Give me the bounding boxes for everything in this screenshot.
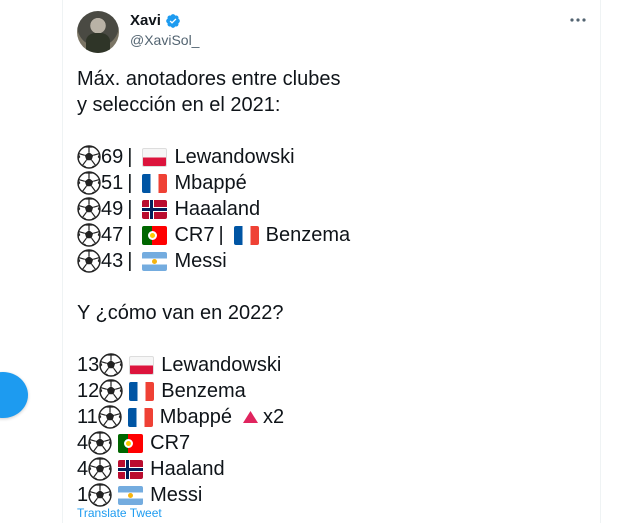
soccer-ball-icon xyxy=(77,249,101,273)
flag-norway-icon xyxy=(142,199,168,219)
flag-norway-icon xyxy=(118,459,144,479)
goal-count: 13 xyxy=(77,354,100,376)
timeline-border-right xyxy=(600,0,601,523)
soccer-ball-icon xyxy=(99,353,123,377)
soccer-ball-icon xyxy=(88,431,112,455)
player-name: Messi xyxy=(150,484,203,506)
player-name: Lewandowski xyxy=(161,354,282,376)
player-name: Mbappé xyxy=(159,406,233,428)
soccer-ball-icon xyxy=(77,223,101,247)
ranking-row: 4 CR7 xyxy=(77,430,587,456)
soccer-ball-icon xyxy=(99,379,123,403)
ranking-row: 51 | Mbappé xyxy=(77,170,587,196)
ranking-row: 49 | Haaaland xyxy=(77,196,587,222)
goal-count: 4 xyxy=(77,432,89,454)
goal-count: 69 xyxy=(101,146,124,168)
flag-france-icon xyxy=(129,381,155,401)
multiplier: x2 xyxy=(263,406,285,428)
goal-count: 51 xyxy=(101,172,124,194)
separator: | xyxy=(218,224,224,246)
player-name: Haaaland xyxy=(174,198,261,220)
flag-france-icon xyxy=(142,173,168,193)
player-name: Messi xyxy=(174,250,227,272)
player-name: Mbappé xyxy=(174,172,247,194)
ranking-2021: 69 | Lewandowski 51 | Mbappé 49 | Haaaland 47 | CR7… xyxy=(77,144,587,274)
intro-line: y selección en el 2021: xyxy=(77,94,281,116)
player-name: Benzema xyxy=(265,224,351,246)
goal-count: 12 xyxy=(77,380,100,402)
verified-badge-icon xyxy=(166,13,180,28)
ranking-row: 4 Haaland xyxy=(77,456,587,482)
separator: | xyxy=(127,250,133,272)
ranking-row: 1 Messi xyxy=(77,482,587,508)
compose-button[interactable] xyxy=(0,372,28,418)
ranking-row: 13 Lewandowski xyxy=(77,352,587,378)
flag-poland-icon xyxy=(129,355,155,375)
flag-france-icon xyxy=(127,407,153,427)
goal-count: 11 xyxy=(77,406,98,428)
ranking-2022: 13 Lewandowski 12 Benzema 11 Mbappé x2 4 CR7 4 Haa… xyxy=(77,352,587,508)
ranking-row: 12 Benzema xyxy=(77,378,587,404)
ranking-row: 11 Mbappé x2 xyxy=(77,404,587,430)
separator: | xyxy=(127,146,133,168)
goal-count: 49 xyxy=(101,198,124,220)
separator: | xyxy=(127,172,133,194)
ranking-row: 69 | Lewandowski xyxy=(77,144,587,170)
avatar[interactable] xyxy=(77,11,119,53)
ranking-row: 47 | CR7 | Benzema xyxy=(77,222,587,248)
player-name: Benzema xyxy=(161,380,246,402)
goal-count: 1 xyxy=(77,484,89,506)
more-options-icon[interactable] xyxy=(568,12,588,28)
flag-argentina-icon xyxy=(118,485,144,505)
tweet-author: Xavi @XaviSol_ xyxy=(130,12,199,48)
user-handle[interactable]: @XaviSol_ xyxy=(130,32,199,48)
soccer-ball-icon xyxy=(77,145,101,169)
flag-portugal-icon xyxy=(118,433,144,453)
intro-line: Máx. anotadores entre clubes xyxy=(77,68,341,90)
player-name: Haaland xyxy=(150,458,225,480)
ranking-row: 43 | Messi xyxy=(77,248,587,274)
goal-count: 47 xyxy=(101,224,124,246)
soccer-ball-icon xyxy=(77,197,101,221)
player-name: CR7 xyxy=(174,224,215,246)
flag-poland-icon xyxy=(142,147,168,167)
goal-count: 43 xyxy=(101,250,124,272)
flag-argentina-icon xyxy=(142,251,168,271)
display-name[interactable]: Xavi xyxy=(130,12,161,29)
soccer-ball-icon xyxy=(88,457,112,481)
up-triangle-icon xyxy=(243,411,259,423)
flag-france-icon xyxy=(233,225,259,245)
left-rail xyxy=(0,0,62,523)
tweet-text: Máx. anotadores entre clubes y selección… xyxy=(77,66,587,508)
player-name: CR7 xyxy=(150,432,191,454)
soccer-ball-icon xyxy=(77,171,101,195)
translate-tweet-link[interactable]: Translate Tweet xyxy=(77,506,162,520)
question-line: Y ¿cómo van en 2022? xyxy=(77,302,284,324)
tweet: Xavi @XaviSol_ Máx. anotadores entre clu… xyxy=(63,0,600,523)
soccer-ball-icon xyxy=(98,405,122,429)
player-name: Lewandowski xyxy=(174,146,295,168)
separator: | xyxy=(127,224,133,246)
goal-count: 4 xyxy=(77,458,89,480)
soccer-ball-icon xyxy=(88,483,112,507)
flag-portugal-icon xyxy=(142,225,168,245)
separator: | xyxy=(127,198,133,220)
